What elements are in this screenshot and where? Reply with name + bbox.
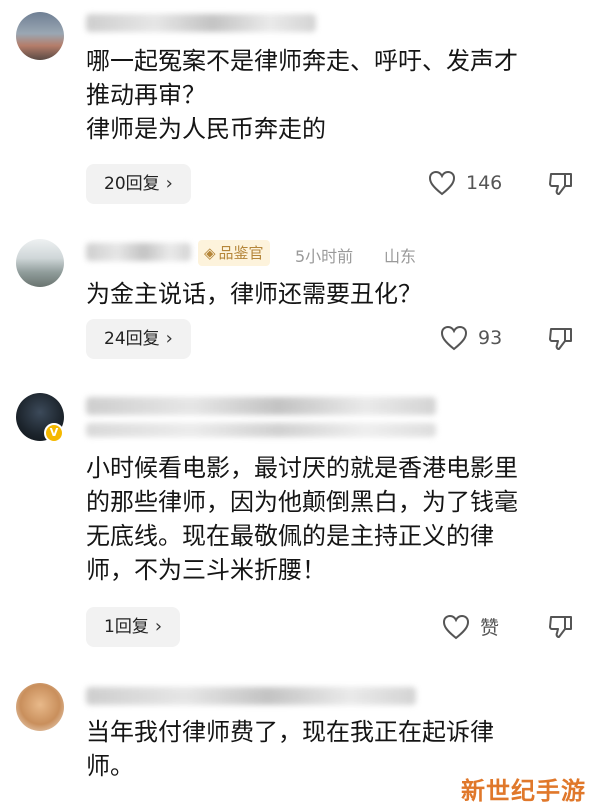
avatar[interactable] [16,683,64,731]
heart-outline-icon [442,614,470,639]
thumbs-down-outline-icon[interactable] [548,614,574,640]
watermark: 新世纪手游 [461,777,586,805]
thumbs-down-outline-icon[interactable] [548,326,574,352]
heart-outline-icon [440,325,468,351]
comment-text: 哪一起冤案不是律师奔走、呼吁、发声才 推动再审？ 律师是为人民币奔走的 [86,47,518,143]
like-button[interactable]: 赞 [442,613,499,640]
reply-count-label: 1回复 [104,617,149,637]
avatar[interactable] [16,239,64,287]
comment-item: ◈ 品鉴官 5小时前 山东 为金主说话，律师还需要丑化？ 24回复 › 93 [0,225,594,375]
thumbs-down-outline-icon[interactable] [548,171,574,197]
comment-item: 哪一起冤案不是律师奔走、呼吁、发声才 推动再审？ 律师是为人民币奔走的 20回复… [0,0,594,215]
like-count: 93 [478,327,503,349]
username-blurred [86,243,191,261]
comment-item: V 小时候看电影，最讨厌的就是香港电影里 的那些律师，因为他颠倒黑白，为了钱毫 … [0,385,594,665]
comment-text: 小时候看电影，最讨厌的就是香港电影里 的那些律师，因为他颠倒黑白，为了钱毫 无底… [86,454,518,584]
reply-count-label: 24回复 [104,329,160,349]
badge-icon: ◈ [204,244,216,262]
heart-outline-icon [428,170,456,196]
badge-pinjianguan: ◈ 品鉴官 [198,240,270,266]
comment-time: 5小时前 [295,247,354,266]
chevron-right-icon: › [154,616,163,637]
username-blurred [86,397,436,415]
verified-v-badge-icon: V [44,423,64,443]
avatar[interactable] [16,12,64,60]
badge-label: 品鉴官 [218,244,264,262]
like-count: 146 [466,172,503,194]
like-label: 赞 [480,617,500,639]
comment-text: 为金主说话，律师还需要丑化？ [86,280,422,308]
reply-count-button[interactable]: 24回复 › [86,319,191,359]
reply-count-label: 20回复 [104,174,160,194]
reply-count-button[interactable]: 20回复 › [86,164,191,204]
like-button[interactable]: 146 [428,170,502,196]
chevron-right-icon: › [165,328,173,349]
chevron-right-icon: › [165,173,173,194]
username-blurred [86,687,416,705]
like-button[interactable]: 93 [440,325,502,351]
reply-count-button[interactable]: 1回复 › [86,607,181,647]
username-blurred [86,14,316,32]
user-bio-blurred [86,423,436,437]
comment-location: 山东 [384,247,417,266]
